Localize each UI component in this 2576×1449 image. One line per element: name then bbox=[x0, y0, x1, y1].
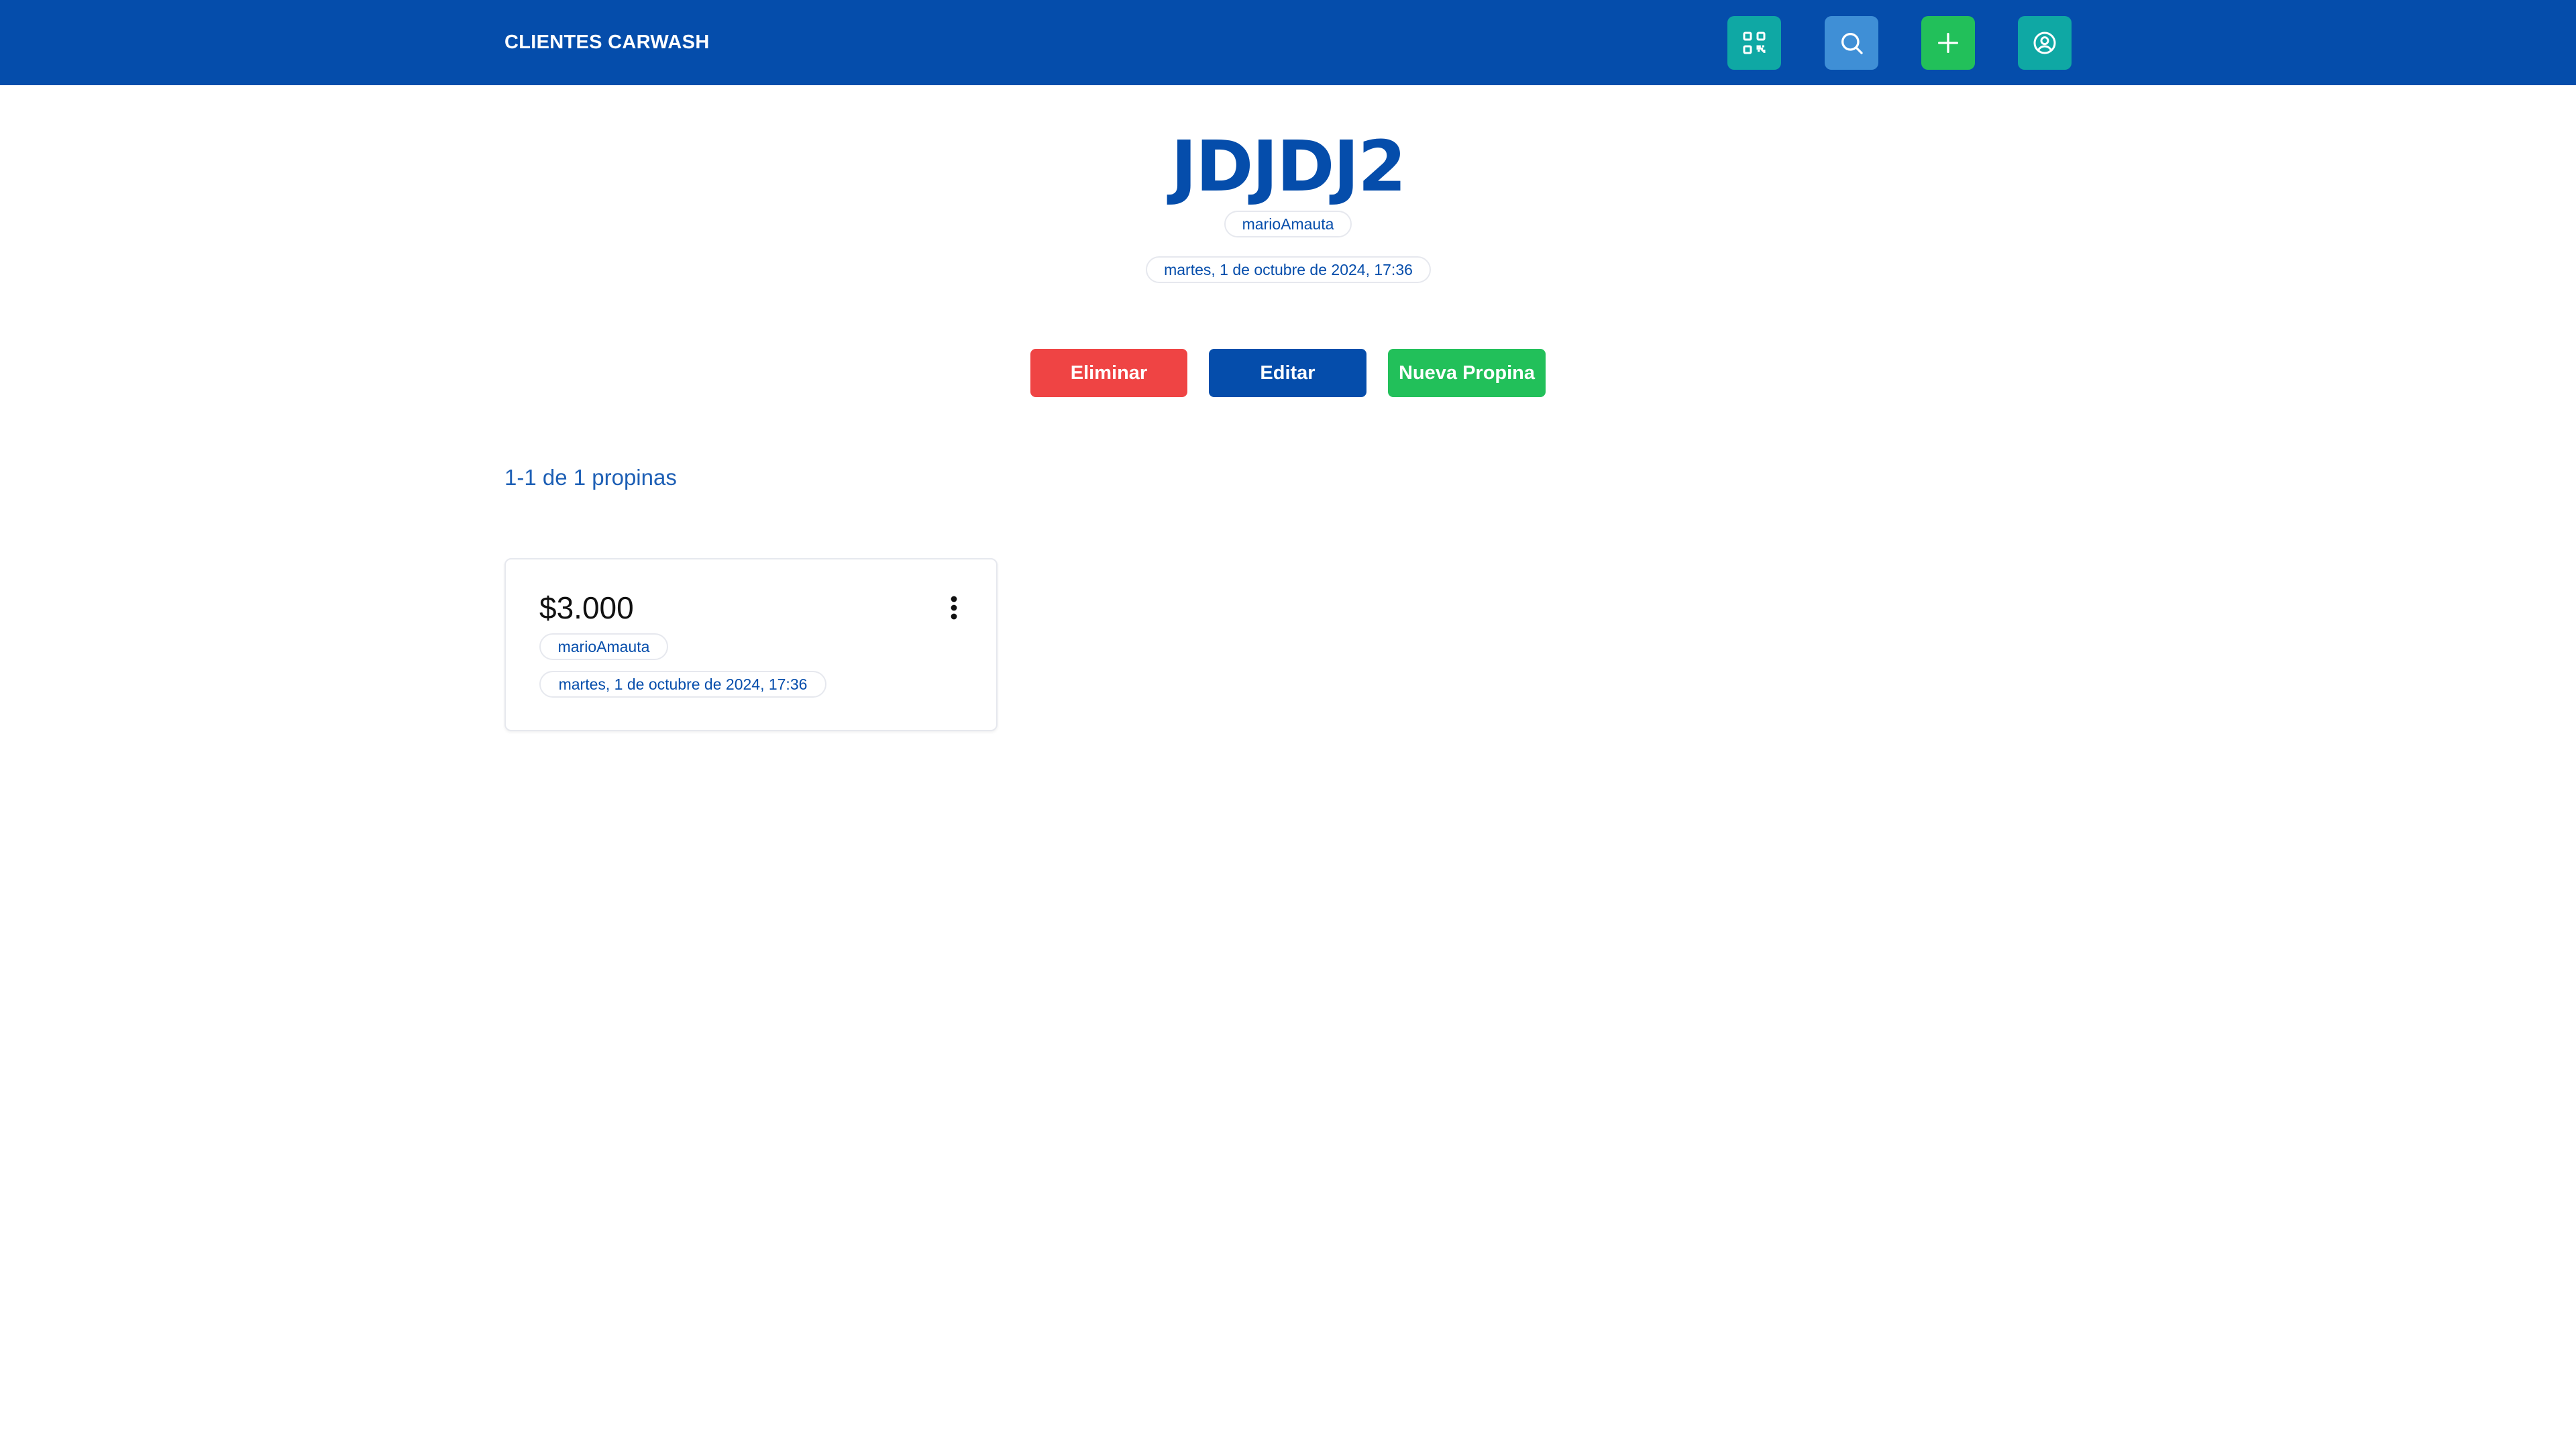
edit-button[interactable]: Editar bbox=[1209, 349, 1366, 397]
tip-date-badge: martes, 1 de octubre de 2024, 17:36 bbox=[539, 671, 826, 698]
client-user-badge: marioAmauta bbox=[1224, 211, 1352, 237]
brand-link[interactable]: CLIENTES CARWASH bbox=[504, 30, 710, 54]
top-navbar: CLIENTES CARWASH bbox=[0, 0, 2576, 85]
plus-icon bbox=[1938, 33, 1958, 54]
client-title: JDJDJ2 bbox=[1171, 125, 1406, 207]
tip-card: $3.000 marioAmauta martes, 1 de octubre … bbox=[504, 558, 998, 731]
search-icon bbox=[1841, 33, 1863, 54]
qr-code-icon bbox=[1743, 32, 1766, 54]
client-date-badge: martes, 1 de octubre de 2024, 17:36 bbox=[1146, 256, 1431, 283]
tip-user-badge: marioAmauta bbox=[539, 633, 668, 660]
delete-button[interactable]: Eliminar bbox=[1030, 349, 1187, 397]
tip-menu-button[interactable] bbox=[941, 593, 967, 623]
user-circle-icon bbox=[2033, 32, 2056, 54]
more-vertical-icon bbox=[951, 596, 957, 620]
qr-scan-button[interactable] bbox=[1727, 16, 1781, 70]
tips-count: 1-1 de 1 propinas bbox=[504, 465, 677, 490]
profile-button[interactable] bbox=[2018, 16, 2072, 70]
tip-amount: $3.000 bbox=[539, 590, 634, 625]
search-button[interactable] bbox=[1825, 16, 1878, 70]
new-tip-button[interactable]: Nueva Propina bbox=[1388, 349, 1546, 397]
add-button[interactable] bbox=[1921, 16, 1975, 70]
